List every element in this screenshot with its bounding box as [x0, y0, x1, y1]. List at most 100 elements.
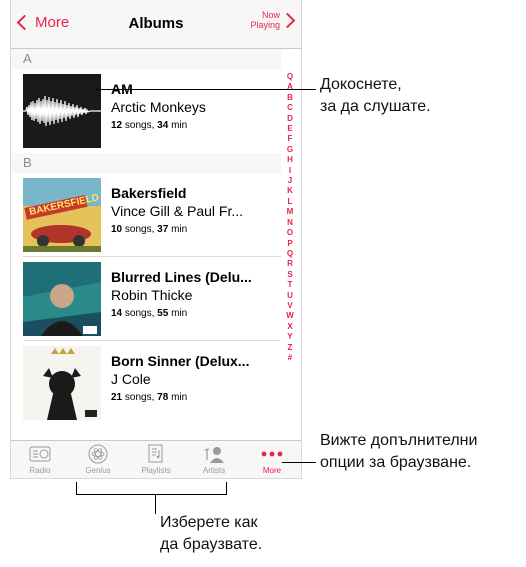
song-count: 12	[111, 120, 123, 131]
now-playing-button[interactable]: Now Playing	[244, 10, 296, 30]
index-letter[interactable]: G	[283, 145, 297, 155]
album-title: Bakersfield	[111, 185, 187, 201]
songs-word: songs,	[124, 392, 155, 403]
album-artist: Arctic Monkeys	[111, 99, 206, 115]
tab-more[interactable]: More	[243, 443, 301, 478]
index-letter[interactable]: W	[283, 311, 297, 321]
callout-more-options: Вижте допълнителни опции за браузване.	[320, 430, 477, 474]
index-letter[interactable]: A	[283, 82, 297, 92]
index-letter[interactable]: C	[283, 103, 297, 113]
section-header-b: B	[11, 153, 281, 173]
min-word: min	[171, 120, 188, 131]
song-count: 10	[111, 224, 123, 235]
index-letter[interactable]: H	[283, 155, 297, 165]
duration-minutes: 78	[157, 392, 169, 403]
index-letter[interactable]: X	[283, 322, 297, 332]
min-word: min	[171, 392, 188, 403]
index-letter[interactable]: #	[283, 353, 297, 363]
album-row-born-sinner[interactable]: Born Sinner (Delux... J Cole 21 songs, 7…	[11, 341, 281, 425]
index-letter[interactable]: E	[283, 124, 297, 134]
navigation-bar: More Albums Now Playing	[11, 0, 301, 49]
callout-text: Вижте допълнителни	[320, 432, 478, 449]
callout-choose-browse: Изберете как да браузвате.	[160, 512, 262, 556]
min-word: min	[171, 308, 188, 319]
index-letter[interactable]: Y	[283, 332, 297, 342]
album-artist: Robin Thicke	[111, 287, 193, 303]
song-count: 14	[111, 308, 123, 319]
album-artist: J Cole	[111, 371, 151, 387]
callout-bracket-stem	[155, 494, 156, 514]
index-letter[interactable]: M	[283, 207, 297, 217]
album-meta: 12 songs, 34 min	[111, 120, 187, 131]
song-count: 21	[111, 392, 123, 403]
callout-text: Изберете как	[160, 514, 258, 531]
album-row-bakersfield[interactable]: BAKERSFIELD Bakersfield Vince Gill & Pau…	[11, 173, 281, 257]
index-letter[interactable]: N	[283, 218, 297, 228]
duration-minutes: 37	[157, 224, 169, 235]
callout-line-tap	[96, 89, 316, 90]
chevron-right-icon	[279, 12, 296, 28]
music-app-screen: More Albums Now Playing A AM Arctic Monk…	[10, 0, 302, 479]
tab-bar: Radio Genius Playlists Artists More	[11, 440, 301, 478]
tab-label: Playlists	[141, 466, 171, 475]
index-letter[interactable]: T	[283, 280, 297, 290]
duration-minutes: 34	[157, 120, 169, 131]
callout-bracket-left	[76, 482, 77, 494]
tab-genius[interactable]: Genius	[69, 443, 127, 478]
more-dots-icon	[261, 451, 283, 457]
duration-minutes: 55	[157, 308, 169, 319]
tab-label: Genius	[85, 466, 111, 475]
tab-playlists[interactable]: Playlists	[127, 443, 185, 478]
index-letter[interactable]: J	[283, 176, 297, 186]
index-letter[interactable]: Q	[283, 72, 297, 82]
tab-radio[interactable]: Radio	[11, 443, 69, 478]
callout-bracket-bottom	[76, 494, 227, 495]
album-art-born-sinner	[23, 346, 101, 420]
callout-text: опции за браузване.	[320, 454, 472, 471]
now-playing-label: Now Playing	[250, 10, 280, 30]
section-header-a: A	[11, 49, 281, 69]
callout-line-more	[282, 462, 316, 463]
tab-label: More	[262, 466, 282, 475]
songs-word: songs,	[124, 308, 155, 319]
index-letter[interactable]: O	[283, 228, 297, 238]
album-art-bakersfield: BAKERSFIELD	[23, 178, 101, 252]
songs-word: songs,	[124, 224, 155, 235]
album-art-am	[23, 74, 101, 148]
index-letter[interactable]: U	[283, 291, 297, 301]
album-row-am[interactable]: AM Arctic Monkeys 12 songs, 34 min	[11, 69, 281, 153]
callout-bracket-right	[226, 482, 227, 494]
artists-icon	[204, 447, 224, 463]
index-letter[interactable]: R	[283, 259, 297, 269]
callout-tap-to-play: Докоснете, за да слушате.	[320, 74, 431, 118]
index-letter[interactable]: D	[283, 114, 297, 124]
tab-label: Artists	[202, 466, 226, 475]
index-letter[interactable]: Q	[283, 249, 297, 259]
section-index[interactable]: Q A B C D E F G H I J K L M N O P Q R S T U V W X Y Z #	[283, 72, 297, 363]
album-art-blurred-lines	[23, 262, 101, 336]
index-letter[interactable]: L	[283, 197, 297, 207]
callout-text: да браузвате.	[160, 536, 263, 553]
index-letter[interactable]: I	[283, 166, 297, 176]
tab-artists[interactable]: Artists	[185, 443, 243, 478]
album-title: Born Sinner (Delux...	[111, 353, 250, 369]
radio-icon	[29, 446, 51, 462]
album-artist: Vince Gill & Paul Fr...	[111, 203, 244, 219]
album-row-blurred-lines[interactable]: Blurred Lines (Delu... Robin Thicke 14 s…	[11, 257, 281, 341]
callout-text: за да слушате.	[320, 98, 431, 115]
album-title: Blurred Lines (Delu...	[111, 269, 252, 285]
index-letter[interactable]: B	[283, 93, 297, 103]
index-letter[interactable]: P	[283, 239, 297, 249]
index-letter[interactable]: V	[283, 301, 297, 311]
album-meta: 14 songs, 55 min	[111, 308, 187, 319]
genius-atom-icon	[88, 444, 108, 464]
index-letter[interactable]: K	[283, 186, 297, 196]
tab-label: Radio	[29, 466, 51, 475]
index-letter[interactable]: S	[283, 270, 297, 280]
index-letter[interactable]: F	[283, 134, 297, 144]
album-meta: 10 songs, 37 min	[111, 224, 187, 235]
index-letter[interactable]: Z	[283, 343, 297, 353]
min-word: min	[171, 224, 188, 235]
callout-text: Докоснете,	[320, 76, 402, 93]
songs-word: songs,	[124, 120, 155, 131]
